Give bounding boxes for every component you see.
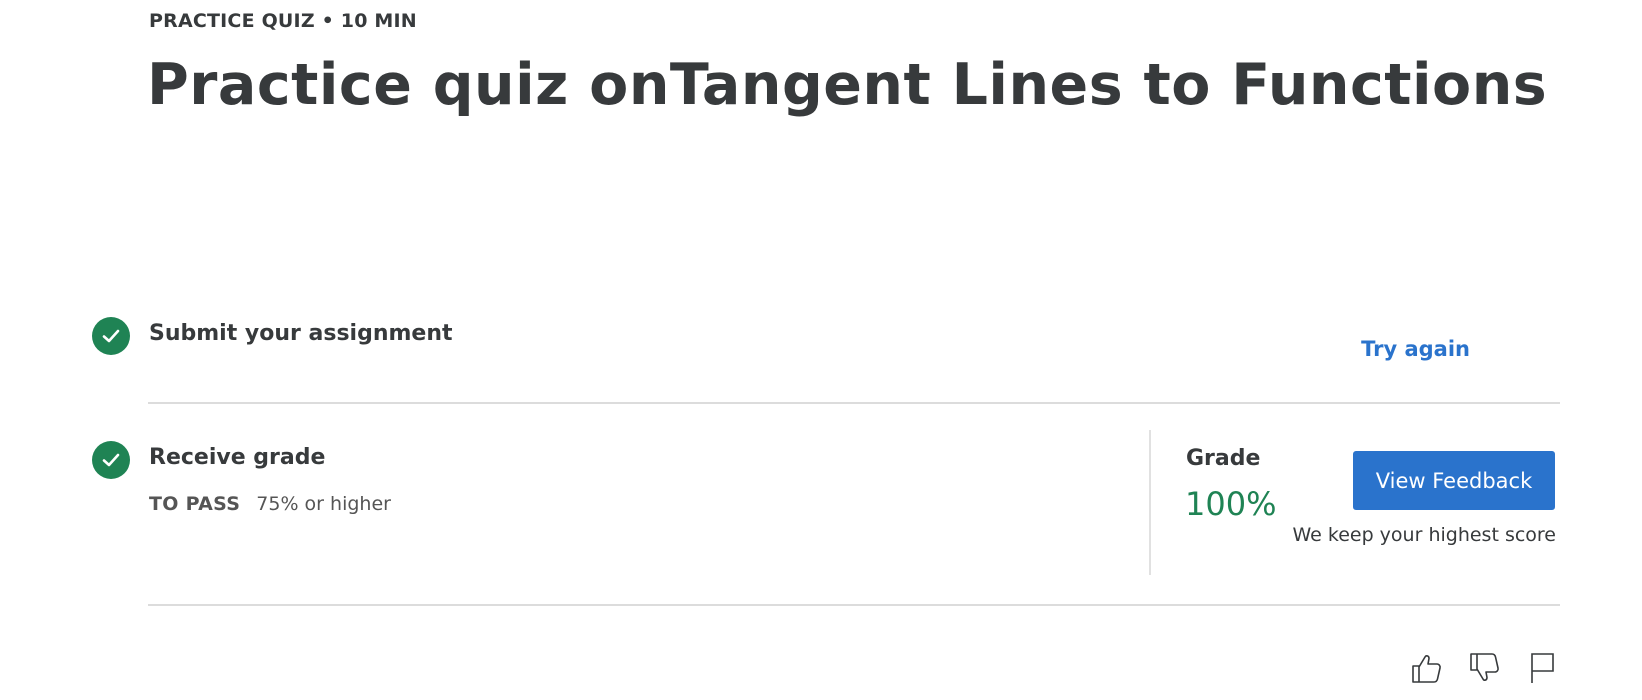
feedback-actions [1406,648,1562,688]
pass-value: 75% or higher [256,493,391,515]
vertical-divider [1149,430,1151,575]
check-circle-icon [92,317,130,355]
submit-step-title: Submit your assignment [149,321,453,346]
flag-icon[interactable] [1522,648,1562,688]
thumbs-down-icon[interactable] [1464,648,1504,688]
try-again-link[interactable]: Try again [1361,337,1470,361]
view-feedback-button[interactable]: View Feedback [1353,451,1555,510]
thumbs-up-icon[interactable] [1406,648,1446,688]
grade-label: Grade [1186,446,1261,471]
grade-value: 100% [1185,485,1277,523]
receive-grade-title: Receive grade [149,445,326,470]
divider [148,604,1560,606]
quiz-meta: PRACTICE QUIZ • 10 MIN [149,10,417,32]
highest-score-note: We keep your highest score [1292,524,1556,546]
divider [148,402,1560,404]
pass-requirement: TO PASS 75% or higher [149,493,391,515]
pass-label: TO PASS [149,493,241,515]
check-circle-icon [92,441,130,479]
page-title: Practice quiz onTangent Lines to Functio… [147,52,1548,118]
